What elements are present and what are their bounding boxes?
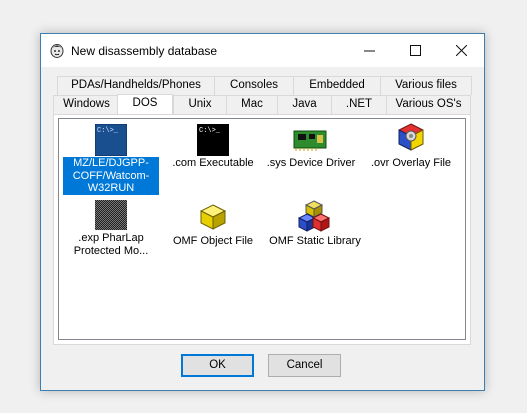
list-item-omf-library[interactable]: OMF Static Library	[263, 200, 367, 260]
list-item-label: MZ/LE/DJGPP-COFF/Watcom-W32RUN Executabl…	[63, 157, 159, 195]
ok-button[interactable]: OK	[181, 354, 254, 377]
tab-mac[interactable]: Mac	[226, 95, 278, 114]
tab-consoles[interactable]: Consoles	[214, 76, 294, 95]
close-icon	[455, 45, 467, 56]
tab-dos[interactable]: DOS	[117, 94, 173, 114]
maximize-icon	[409, 45, 421, 56]
dos-prompt-icon: C:\>_	[95, 124, 127, 156]
list-item-com-executable[interactable]: C:\>_ .com Executable	[165, 122, 261, 182]
minimize-icon	[363, 50, 375, 52]
dos-prompt-icon: C:\>_	[197, 124, 229, 156]
list-item-sys-driver[interactable]: .sys Device Driver	[263, 122, 359, 182]
list-item-label: .sys Device Driver	[266, 157, 356, 169]
colored-cubes-icon	[297, 200, 331, 232]
list-item-label: .ovr Overlay File	[370, 157, 452, 169]
tab-panel: C:\>_ MZ/LE/DJGPP-COFF/Watcom-W32RUN Exe…	[53, 114, 471, 345]
tab-various-files[interactable]: Various files	[380, 76, 472, 95]
svg-text:C:\>_: C:\>_	[199, 127, 221, 135]
minimize-button[interactable]	[346, 34, 392, 67]
list-item-label: .exp PharLap Protected Mo...	[73, 232, 149, 257]
tab-various-os[interactable]: Various OS's	[386, 95, 471, 114]
title-bar[interactable]: New disassembly database	[41, 34, 484, 67]
list-item-mz-executable[interactable]: C:\>_ MZ/LE/DJGPP-COFF/Watcom-W32RUN Exe…	[61, 122, 161, 202]
circuit-board-icon	[293, 130, 327, 151]
tab-pdas-handhelds-phones[interactable]: PDAs/Handhelds/Phones	[57, 76, 215, 95]
list-item-exp-pharlap[interactable]: .exp PharLap Protected Mo...	[61, 200, 161, 260]
list-item-label: OMF Object File	[172, 235, 254, 247]
svg-text:C:\>_: C:\>_	[97, 127, 119, 135]
list-item-ovr-overlay[interactable]: .ovr Overlay File	[361, 122, 461, 182]
tab-java[interactable]: Java	[277, 95, 332, 114]
list-item-label: .com Executable	[172, 157, 254, 169]
dos-prompt-icon	[95, 200, 127, 230]
list-item-omf-object[interactable]: OMF Object File	[165, 200, 261, 260]
tab-windows[interactable]: Windows	[53, 95, 120, 114]
list-item-label: OMF Static Library	[269, 235, 361, 247]
cancel-button[interactable]: Cancel	[268, 354, 341, 377]
overlay-cubes-icon	[398, 123, 424, 151]
loader-list[interactable]: C:\>_ MZ/LE/DJGPP-COFF/Watcom-W32RUN Exe…	[58, 118, 466, 340]
tab-embedded[interactable]: Embedded	[293, 76, 381, 95]
maximize-button[interactable]	[392, 34, 438, 67]
window-title: New disassembly database	[71, 44, 218, 58]
yellow-cube-icon	[199, 204, 227, 230]
ida-icon	[50, 44, 64, 58]
new-database-dialog: New disassembly database PDAs/Handhelds/…	[40, 33, 485, 391]
close-button[interactable]	[438, 34, 484, 67]
tab-unix[interactable]: Unix	[173, 95, 227, 114]
tab-dotnet[interactable]: .NET	[331, 95, 387, 114]
